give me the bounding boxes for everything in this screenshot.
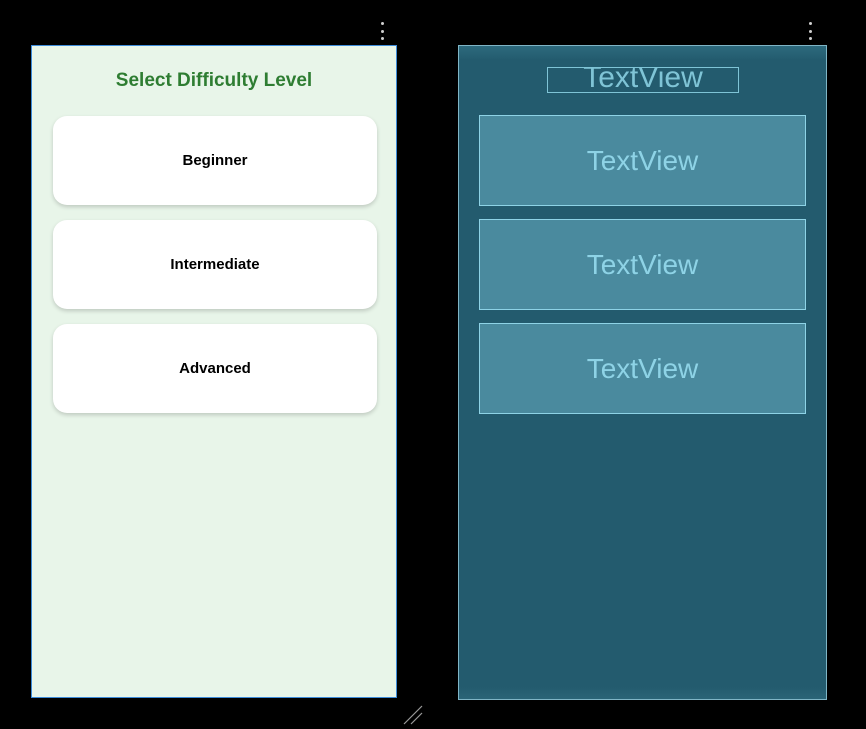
blueprint-textview-3[interactable]: TextView	[479, 323, 806, 414]
design-preview[interactable]: Select Difficulty Level Beginner Interme…	[31, 45, 397, 698]
blueprint-navigation-bar	[459, 687, 826, 699]
blueprint-options-menu-icon[interactable]	[805, 22, 815, 40]
resize-handle-icon[interactable]	[402, 704, 424, 726]
page-title: Select Difficulty Level	[115, 70, 313, 91]
blueprint-preview[interactable]: TextView TextView TextView TextView	[458, 45, 827, 700]
layout-editor-canvas: Select Difficulty Level Beginner Interme…	[0, 0, 866, 729]
blueprint-textview-1[interactable]: TextView	[479, 115, 806, 206]
beginner-button[interactable]: Beginner	[53, 116, 377, 205]
blueprint-title-textview[interactable]: TextView	[547, 67, 739, 93]
blueprint-textview-2[interactable]: TextView	[479, 219, 806, 310]
blueprint-status-bar	[459, 46, 826, 60]
intermediate-button[interactable]: Intermediate	[53, 220, 377, 309]
advanced-button[interactable]: Advanced	[53, 324, 377, 413]
design-options-menu-icon[interactable]	[377, 22, 387, 40]
